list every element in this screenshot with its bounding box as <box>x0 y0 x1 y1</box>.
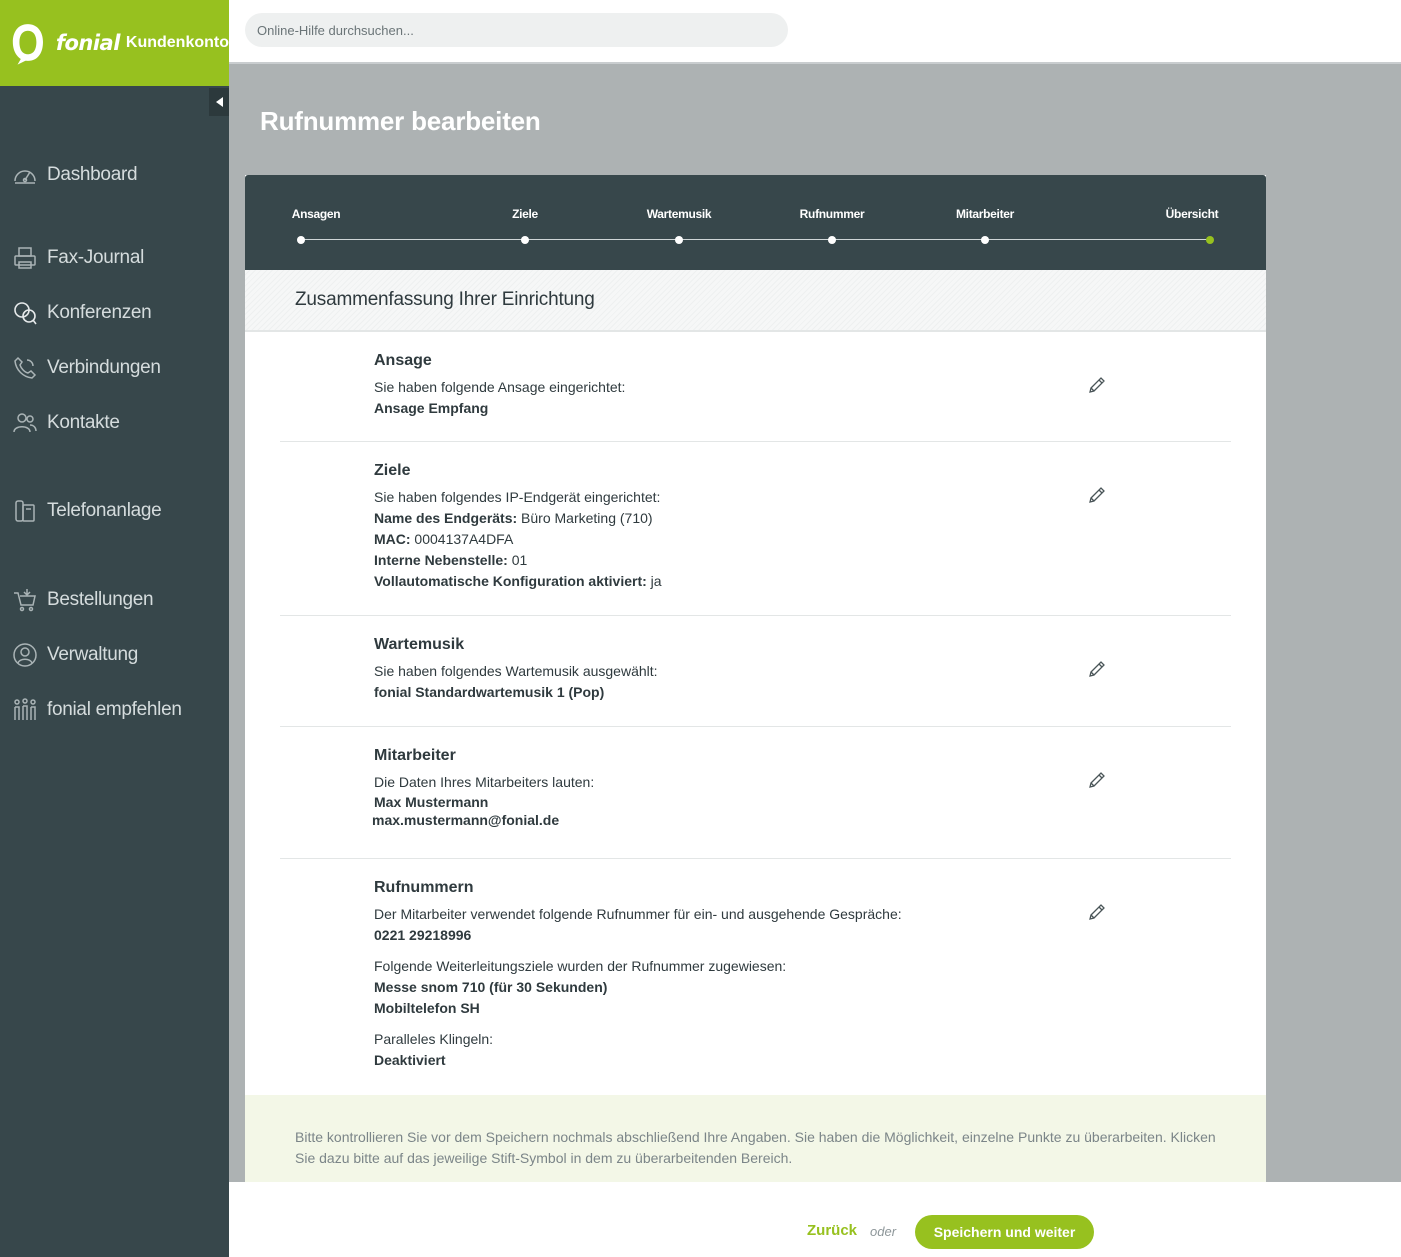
sidebar-item-fonial-empfehlen[interactable]: fonial empfehlen <box>12 695 182 725</box>
pencil-icon[interactable] <box>1087 375 1107 395</box>
user-icon <box>13 643 37 667</box>
page-title: Rufnummer bearbeiten <box>260 106 541 136</box>
step-dot-active <box>1206 236 1214 244</box>
desk-phone-icon <box>15 500 35 522</box>
brand-sub: Kundenkonto <box>125 34 229 51</box>
mac-value: 0004137A4DFA <box>410 531 514 547</box>
chevron-left-icon <box>215 97 223 107</box>
pencil-icon[interactable] <box>1087 485 1107 505</box>
cart-icon <box>14 589 36 612</box>
stepper-line <box>300 239 1210 240</box>
mac-label: MAC: <box>374 531 411 547</box>
sidebar-item-dashboard[interactable]: Dashboard <box>12 160 138 190</box>
parallel-ringing-text: Paralleles Klingeln: <box>374 1031 494 1047</box>
section-title: Wartemusik <box>374 636 465 653</box>
search-input[interactable] <box>245 13 788 47</box>
sidebar: fonial Kundenkonto Dashboard Fax-Journal… <box>0 0 229 1257</box>
sidebar-item-label: Verwaltung <box>47 644 139 665</box>
extension-label: Interne Nebenstelle: <box>374 552 508 568</box>
people-icon <box>14 698 36 720</box>
or-text: oder <box>870 1224 897 1239</box>
section-wartemusik: Wartemusik Sie haben folgendes Wartemusi… <box>280 616 1231 727</box>
forwarding-target: Mobiltelefon SH <box>374 1000 480 1016</box>
sidebar-item-label: Konferenzen <box>47 302 152 323</box>
section-text: Sie haben folgendes Wartemusik ausgewähl… <box>374 663 658 679</box>
step-dot <box>828 236 836 244</box>
step-dot <box>297 236 305 244</box>
section-value: Ansage Empfang <box>374 400 489 416</box>
parallel-ringing-value: Deaktiviert <box>374 1052 446 1068</box>
sidebar-item-bestellungen[interactable]: Bestellungen <box>12 585 154 615</box>
step-label: Übersicht <box>1165 207 1219 221</box>
section-text: Sie haben folgende Ansage eingerichtet: <box>374 379 626 395</box>
extension-value: 01 <box>507 552 528 568</box>
sidebar-item-label: Dashboard <box>47 164 138 185</box>
back-link[interactable]: Zurück <box>807 1222 857 1239</box>
section-title: Ziele <box>374 462 411 479</box>
section-rufnummern: Rufnummern Der Mitarbeiter verwendet fol… <box>280 859 1231 1095</box>
step-label: Ansagen <box>291 207 341 221</box>
employee-email: max.mustermann@fonial.de <box>372 812 560 828</box>
wizard-card: Ansagen Ziele Wartemusik Rufnummer Mitar… <box>245 175 1266 1182</box>
section-mitarbeiter: Mitarbeiter Die Daten Ihres Mitarbeiters… <box>280 727 1231 859</box>
review-hint: Bitte kontrollieren Sie vor dem Speicher… <box>245 1095 1266 1182</box>
pencil-icon[interactable] <box>1087 902 1107 922</box>
sidebar-item-label: Kontakte <box>47 412 120 433</box>
summary-header: Zusammenfassung Ihrer Einrichtung <box>245 270 1266 332</box>
sidebar-item-label: Telefonanlage <box>47 500 162 521</box>
save-and-continue-button[interactable]: Speichern und weiter <box>915 1215 1094 1249</box>
section-text: Der Mitarbeiter verwendet folgende Rufnu… <box>374 906 902 922</box>
top-bar <box>229 0 1401 64</box>
section-ziele: Ziele Sie haben folgendes IP-Endgerät ei… <box>280 442 1231 616</box>
section-title: Mitarbeiter <box>374 747 456 764</box>
section-ansage: Ansage Sie haben folgende Ansage eingeri… <box>280 332 1231 442</box>
chat-bubbles-icon <box>14 302 37 325</box>
sidebar-item-konferenzen[interactable]: Konferenzen <box>12 298 152 328</box>
phone-icon <box>14 356 37 379</box>
pencil-icon[interactable] <box>1087 659 1107 679</box>
sidebar-item-verwaltung[interactable]: Verwaltung <box>12 640 138 670</box>
sidebar-item-kontakte[interactable]: Kontakte <box>12 408 120 438</box>
forwarding-target: Messe snom 710 (für 30 Sekunden) <box>374 979 608 995</box>
speedometer-icon <box>14 170 36 184</box>
sidebar-item-telefonanlage[interactable]: Telefonanlage <box>12 496 162 526</box>
sidebar-item-label: Fax-Journal <box>47 247 145 268</box>
step-dot <box>981 236 989 244</box>
sidebar-item-label: Verbindungen <box>47 357 161 378</box>
device-label: Name des Endgeräts: <box>374 510 518 526</box>
step-label: Rufnummer <box>799 207 865 221</box>
section-text: Die Daten Ihres Mitarbeiters lauten: <box>374 774 595 790</box>
footer-actions: Zurück oder Speichern und weiter <box>229 1182 1401 1257</box>
auto-config-value: ja <box>646 573 662 589</box>
device-value: Büro Marketing (710) <box>517 510 653 526</box>
employee-name: Max Mustermann <box>374 794 489 810</box>
brand-name: fonial <box>55 31 121 55</box>
wizard-stepper: Ansagen Ziele Wartemusik Rufnummer Mitar… <box>245 175 1266 270</box>
pencil-icon[interactable] <box>1087 770 1107 790</box>
step-label: Wartemusik <box>646 207 712 221</box>
sidebar-item-label: Bestellungen <box>47 589 154 610</box>
step-dot <box>675 236 683 244</box>
section-value: fonial Standardwartemusik 1 (Pop) <box>374 684 605 700</box>
section-title: Ansage <box>374 352 432 369</box>
step-label: Mitarbeiter <box>955 207 1015 221</box>
forwarding-text: Folgende Weiterleitungsziele wurden der … <box>374 958 787 974</box>
brand-header[interactable]: fonial Kundenkonto <box>0 0 229 86</box>
auto-config-label: Vollautomatische Konfiguration aktiviert… <box>374 573 647 589</box>
summary-heading: Zusammenfassung Ihrer Einrichtung <box>295 289 595 310</box>
sidebar-item-verbindungen[interactable]: Verbindungen <box>12 353 161 383</box>
step-label: Ziele <box>512 207 538 221</box>
phone-number: 0221 29218996 <box>374 927 472 943</box>
contacts-icon <box>13 413 37 433</box>
sidebar-collapse-button[interactable] <box>209 88 229 116</box>
section-title: Rufnummern <box>374 879 474 896</box>
sidebar-item-label: fonial empfehlen <box>47 699 182 720</box>
sidebar-item-fax-journal[interactable]: Fax-Journal <box>12 243 144 273</box>
step-dot <box>521 236 529 244</box>
fax-icon <box>14 247 36 269</box>
fonial-logo-icon <box>12 24 43 65</box>
section-text: Sie haben folgendes IP-Endgerät eingeric… <box>374 489 661 505</box>
